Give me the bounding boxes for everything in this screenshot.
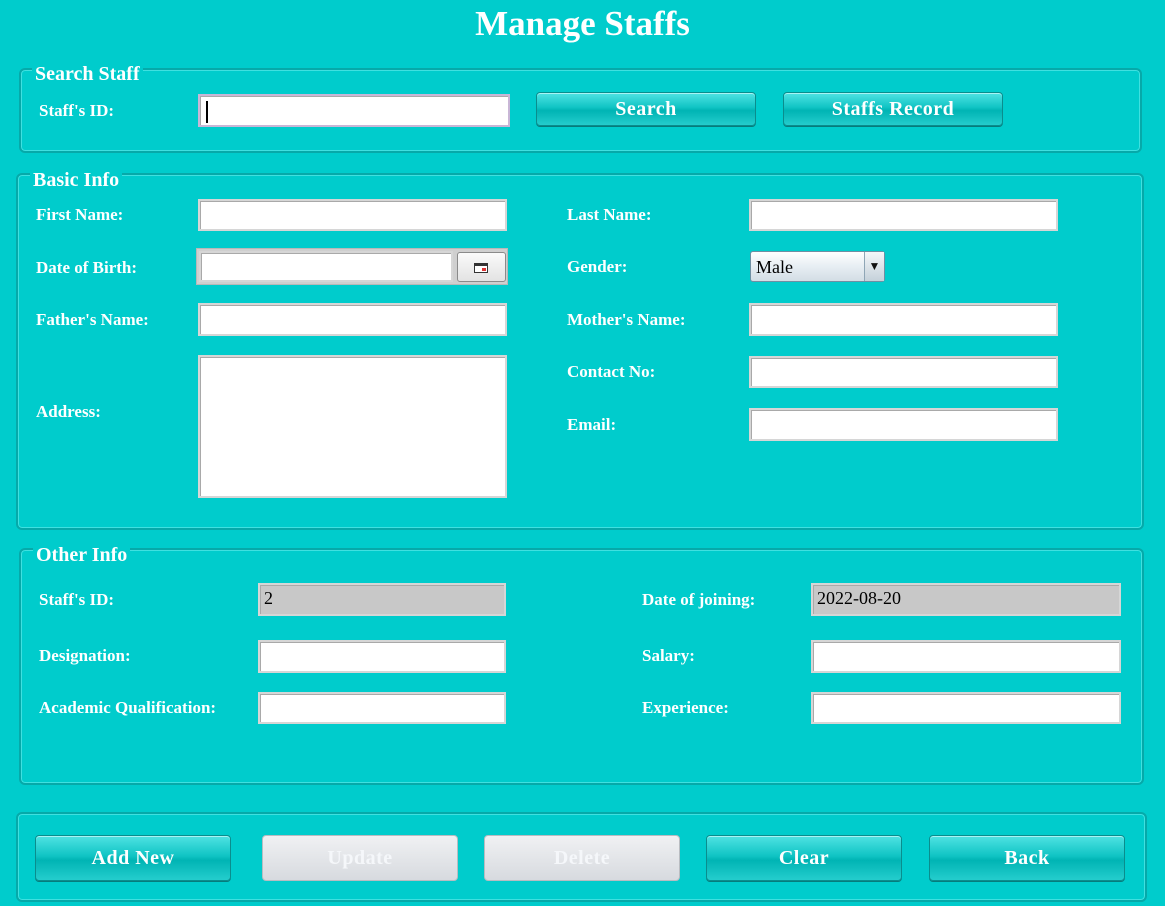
text-cursor — [206, 101, 208, 123]
other-info-legend: Other Info — [33, 545, 131, 565]
add-new-button[interactable]: Add New — [35, 835, 231, 881]
gender-label: Gender: — [567, 257, 628, 276]
father-name-input[interactable] — [198, 303, 507, 336]
gender-select[interactable]: Male ▼ — [750, 251, 885, 282]
clear-button[interactable]: Clear — [706, 835, 902, 881]
date-of-joining-label: Date of joining: — [642, 590, 756, 609]
update-button[interactable]: Update — [262, 835, 458, 881]
father-name-label: Father's Name: — [36, 310, 149, 329]
first-name-input[interactable] — [198, 199, 507, 231]
other-staff-id-field: 2 — [258, 583, 506, 616]
academic-qualification-input[interactable] — [258, 692, 506, 724]
contact-no-input[interactable] — [749, 356, 1058, 388]
delete-button[interactable]: Delete — [484, 835, 680, 881]
experience-input[interactable] — [811, 692, 1121, 724]
gender-selected-value: Male — [756, 257, 793, 277]
address-textarea[interactable] — [198, 355, 507, 498]
dob-date-chooser — [196, 248, 508, 285]
basic-info-legend: Basic Info — [30, 170, 123, 190]
search-button[interactable]: Search — [536, 92, 756, 126]
search-staff-legend: Search Staff — [32, 64, 143, 84]
experience-label: Experience: — [642, 698, 729, 717]
dob-input[interactable] — [199, 251, 453, 282]
staffs-record-button[interactable]: Staffs Record — [783, 92, 1003, 126]
salary-label: Salary: — [642, 646, 695, 665]
email-label: Email: — [567, 415, 617, 434]
dob-label: Date of Birth: — [36, 258, 138, 277]
other-staff-id-label: Staff's ID: — [39, 590, 115, 609]
calendar-button[interactable] — [457, 252, 506, 282]
search-staff-id-label: Staff's ID: — [39, 101, 115, 120]
first-name-label: First Name: — [36, 205, 124, 224]
last-name-label: Last Name: — [567, 205, 652, 224]
last-name-input[interactable] — [749, 199, 1058, 231]
calendar-icon — [474, 263, 488, 273]
search-staff-id-input[interactable] — [198, 94, 510, 127]
chevron-down-icon: ▼ — [864, 252, 884, 281]
designation-label: Designation: — [39, 646, 131, 665]
academic-qualification-label: Academic Qualification: — [39, 698, 217, 717]
back-button[interactable]: Back — [929, 835, 1125, 881]
page-title: Manage Staffs — [475, 4, 690, 43]
salary-input[interactable] — [811, 640, 1121, 673]
mother-name-input[interactable] — [749, 303, 1058, 336]
mother-name-label: Mother's Name: — [567, 310, 686, 329]
address-label: Address: — [36, 402, 101, 421]
email-input[interactable] — [749, 408, 1058, 441]
contact-no-label: Contact No: — [567, 362, 656, 381]
designation-input[interactable] — [258, 640, 506, 673]
date-of-joining-field: 2022-08-20 — [811, 583, 1121, 616]
